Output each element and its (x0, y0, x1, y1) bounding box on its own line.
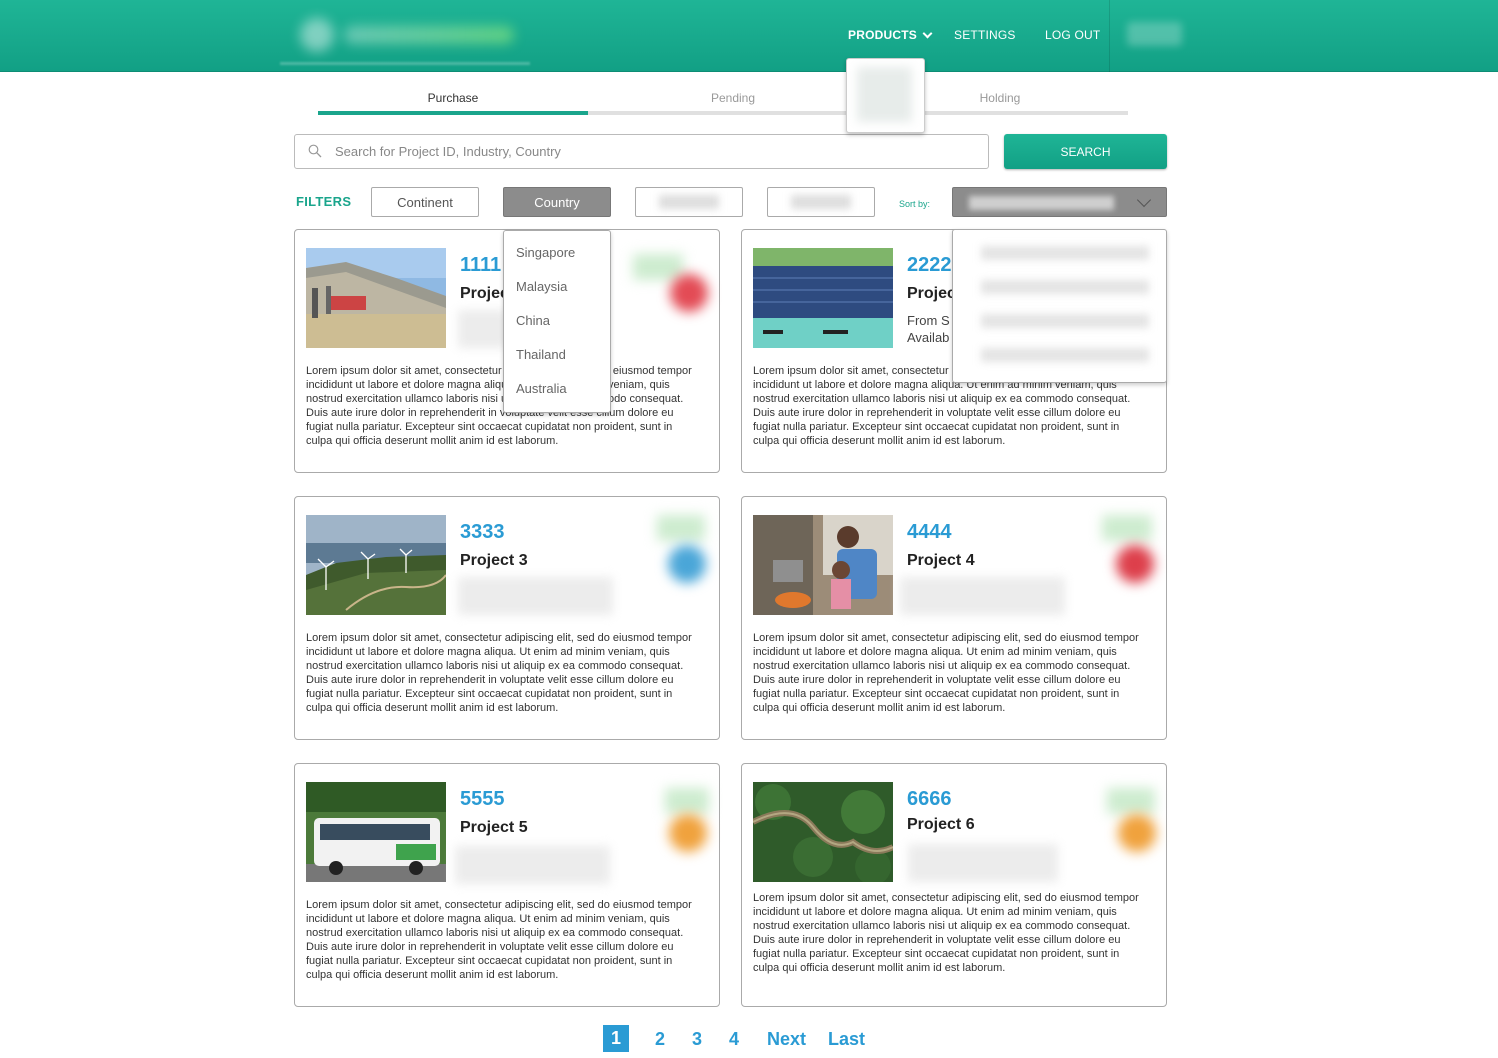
project-description: Lorem ipsum dolor sit amet, consectetur … (306, 632, 692, 714)
search-button[interactable]: SEARCH (1004, 134, 1167, 169)
nav-products-label: PRODUCTS (848, 28, 917, 42)
project-description: Lorem ipsum dolor sit amet, consectetur … (306, 365, 692, 447)
sort-option[interactable] (981, 314, 1149, 328)
project-image-cookstove-family (753, 515, 893, 615)
project-meta (900, 577, 1065, 615)
project-meta (458, 577, 613, 615)
country-option-australia[interactable]: Australia (516, 381, 567, 396)
project-title: Project 4 (907, 552, 975, 569)
page-4-button[interactable]: 4 (729, 1029, 739, 1050)
sort-dropdown-menu[interactable] (952, 229, 1167, 383)
country-dropdown-menu[interactable]: Singapore Malaysia China Thailand Austra… (503, 230, 611, 413)
nav-divider (1109, 0, 1110, 72)
nav-products[interactable]: PRODUCTS (848, 28, 933, 42)
project-id[interactable]: 2222 (907, 254, 952, 277)
project-availability: Availab (907, 330, 950, 345)
nav-logout[interactable]: LOG OUT (1045, 28, 1100, 42)
sort-option[interactable] (981, 246, 1149, 260)
next-page-button[interactable]: Next (767, 1029, 806, 1050)
tab-pending[interactable]: Pending (598, 91, 868, 105)
page-1-button[interactable]: 1 (603, 1025, 629, 1052)
status-badge (1102, 515, 1152, 541)
project-id[interactable]: 1111 (460, 254, 501, 277)
project-title: Projec (460, 285, 509, 302)
page-2-button[interactable]: 2 (655, 1029, 665, 1050)
project-card[interactable]: 3333 Project 3 Lorem ipsum dolor sit ame… (294, 496, 720, 740)
project-meta (908, 844, 1058, 882)
search-icon (308, 144, 322, 158)
project-subinfo: From S Availab (907, 312, 950, 346)
project-origin: From S (907, 313, 950, 328)
filters-label: FILTERS (296, 194, 352, 209)
top-navbar: PRODUCTS SETTINGS LOG OUT (0, 0, 1498, 72)
tab-purchase[interactable]: Purchase (318, 91, 588, 105)
project-meta (458, 310, 508, 348)
status-badge (633, 254, 683, 280)
chevron-down-icon (1136, 192, 1152, 208)
nav-settings[interactable]: SETTINGS (954, 28, 1016, 42)
category-icon (668, 545, 706, 583)
category-icon (670, 274, 708, 312)
project-description: Lorem ipsum dolor sit amet, consectetur … (753, 632, 1139, 714)
status-badge (665, 788, 709, 814)
project-image-forest-river (753, 782, 893, 882)
country-option-china[interactable]: China (516, 313, 550, 328)
country-option-malaysia[interactable]: Malaysia (516, 279, 567, 294)
project-image-floating-solar (753, 248, 893, 348)
category-icon (1118, 814, 1156, 852)
user-menu[interactable] (1127, 22, 1182, 46)
logo-underline (280, 62, 530, 65)
products-dropdown-menu[interactable] (846, 58, 925, 133)
sort-select[interactable] (952, 187, 1167, 217)
filter-4[interactable] (767, 187, 875, 217)
last-page-button[interactable]: Last (828, 1029, 865, 1050)
project-description: Lorem ipsum dolor sit amet, consectetur … (306, 899, 692, 981)
search-box (294, 134, 989, 169)
page-3-button[interactable]: 3 (692, 1029, 702, 1050)
status-badge (1107, 788, 1155, 814)
project-id[interactable]: 6666 (907, 788, 952, 811)
project-id[interactable]: 5555 (460, 788, 505, 811)
country-option-singapore[interactable]: Singapore (516, 245, 575, 260)
status-badge (657, 515, 705, 541)
sort-option[interactable] (981, 348, 1149, 362)
project-id[interactable]: 3333 (460, 521, 505, 544)
project-title: Project 5 (460, 819, 528, 836)
brand-logo[interactable] (284, 14, 524, 56)
project-meta (455, 846, 610, 884)
country-option-thailand[interactable]: Thailand (516, 347, 566, 362)
project-card[interactable]: 6666 Project 6 Lorem ipsum dolor sit ame… (741, 763, 1167, 1007)
project-title: Project 3 (460, 552, 528, 569)
chevron-down-icon (922, 28, 933, 38)
filter-continent[interactable]: Continent (371, 187, 479, 217)
project-title: Projec (907, 285, 956, 302)
project-description: Lorem ipsum dolor sit amet, consectetur … (753, 892, 1139, 974)
tab-active-indicator (318, 111, 588, 115)
project-card[interactable]: 4444 Project 4 Lorem ipsum dolor sit ame… (741, 496, 1167, 740)
project-card[interactable]: 5555 Project 5 Lorem ipsum dolor sit ame… (294, 763, 720, 1007)
project-image-wind-farm (306, 515, 446, 615)
category-icon (1116, 545, 1154, 583)
project-id[interactable]: 4444 (907, 521, 952, 544)
filter-3[interactable] (635, 187, 743, 217)
filter-country[interactable]: Country (503, 187, 611, 217)
category-icon (669, 814, 707, 852)
sort-label: Sort by: (899, 199, 931, 209)
sort-option[interactable] (981, 280, 1149, 294)
search-input[interactable] (335, 135, 975, 168)
project-image-dam (306, 248, 446, 348)
project-image-electric-bus (306, 782, 446, 882)
project-title: Project 6 (907, 816, 975, 833)
